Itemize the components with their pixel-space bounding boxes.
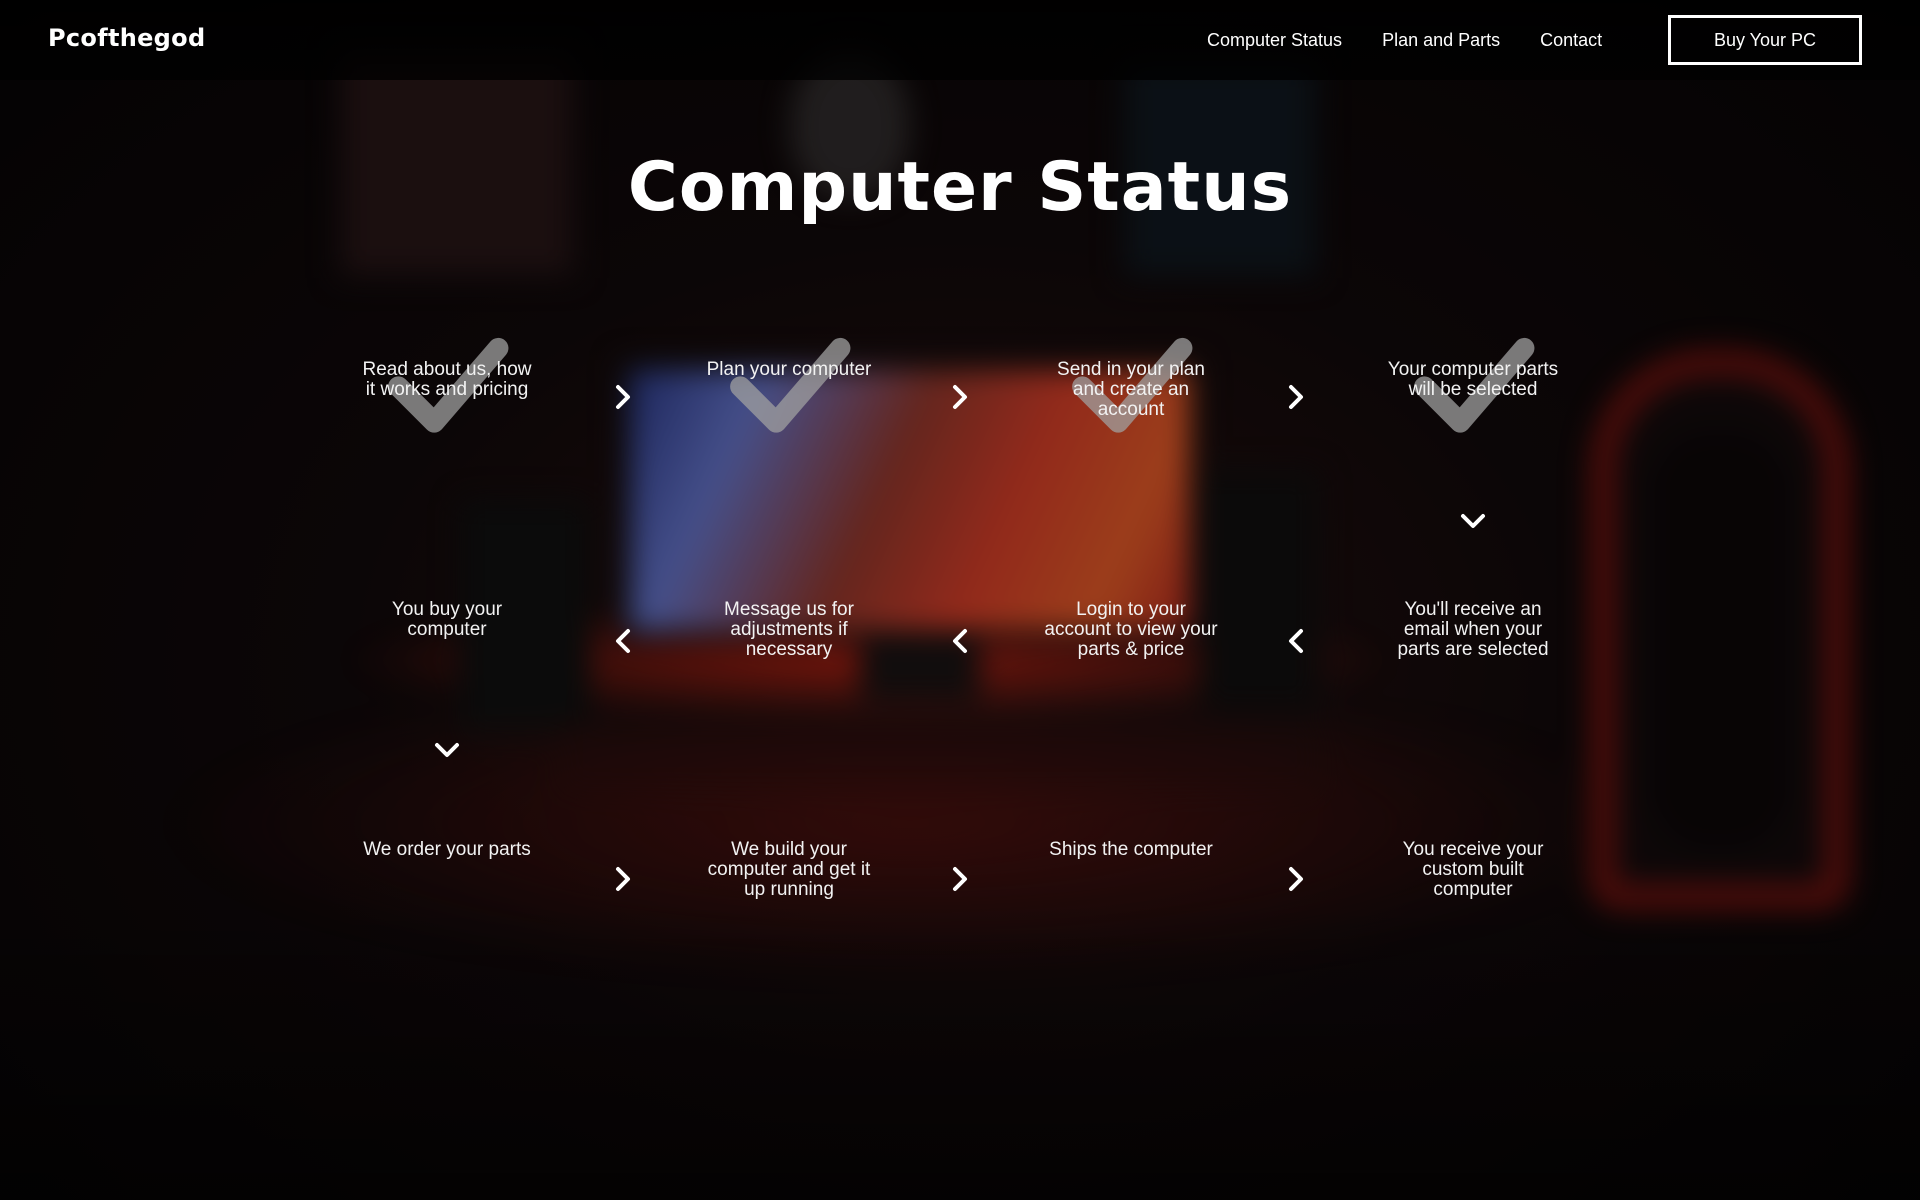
status-step: You'll receive an email when your parts … — [1383, 600, 1563, 660]
nav-link-computer-status[interactable]: Computer Status — [1207, 28, 1342, 52]
step-label: Login to your account to view your parts… — [1044, 599, 1218, 660]
nav-link-plan-and-parts[interactable]: Plan and Parts — [1382, 28, 1500, 52]
step-label: We order your parts — [363, 839, 531, 860]
status-step: Message us for adjustments if necessary — [699, 600, 879, 660]
step-label: Plan your computer — [706, 359, 872, 380]
step-label: Your computer parts will be selected — [1387, 359, 1559, 400]
status-step: Send in your plan and create an account — [1041, 337, 1221, 433]
chevron-right-icon — [1282, 383, 1310, 411]
status-step: We order your parts — [357, 840, 537, 860]
chevron-down-icon — [1459, 507, 1487, 535]
checkmark-icon — [725, 320, 853, 448]
status-step: Ships the computer — [1041, 840, 1221, 860]
chevron-left-icon — [946, 627, 974, 655]
status-step: We build your computer and get it up run… — [699, 840, 879, 900]
step-label: We build your computer and get it up run… — [707, 839, 871, 900]
site-logo[interactable]: Pcofthegod — [48, 24, 205, 52]
status-step: You receive your custom built computer — [1383, 840, 1563, 900]
buy-your-pc-button[interactable]: Buy Your PC — [1668, 15, 1862, 65]
step-label: Send in your plan and create an account — [1057, 359, 1205, 420]
step-label: You buy your computer — [391, 599, 503, 640]
status-step: Login to your account to view your parts… — [1041, 600, 1221, 660]
status-step: Plan your computer — [699, 337, 879, 433]
step-label: Read about us, how it works and pricing — [362, 359, 532, 400]
chevron-down-icon — [433, 736, 461, 764]
status-step: Your computer parts will be selected — [1383, 337, 1563, 433]
status-steps: Read about us, how it works and pricing … — [0, 0, 1920, 1200]
nav-link-contact[interactable]: Contact — [1540, 28, 1602, 52]
step-label: Message us for adjustments if necessary — [724, 599, 854, 660]
status-step: You buy your computer — [357, 600, 537, 640]
step-label: Ships the computer — [1049, 839, 1213, 860]
step-label: You receive your custom built computer — [1402, 839, 1544, 900]
chevron-right-icon — [609, 865, 637, 893]
chevron-right-icon — [1282, 865, 1310, 893]
status-step: Read about us, how it works and pricing — [357, 337, 537, 433]
chevron-left-icon — [1282, 627, 1310, 655]
step-label: You'll receive an email when your parts … — [1397, 599, 1549, 660]
site-header: Pcofthegod Computer Status Plan and Part… — [0, 0, 1920, 80]
chevron-right-icon — [946, 865, 974, 893]
chevron-right-icon — [609, 383, 637, 411]
chevron-left-icon — [609, 627, 637, 655]
chevron-right-icon — [946, 383, 974, 411]
main-nav: Computer Status Plan and Parts Contact — [1207, 28, 1642, 52]
